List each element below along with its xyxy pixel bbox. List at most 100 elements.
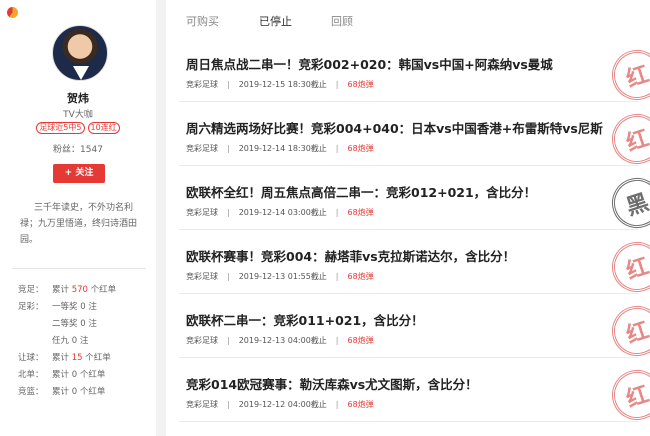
stat-key: 让球： (18, 353, 44, 363)
article-title[interactable]: 周日焦点战二串一！竞彩002+020：韩国vs中国+阿森纳vs曼城 (186, 54, 553, 73)
stat-suffix: 注 (85, 319, 97, 329)
fans-value: 1547 (80, 145, 103, 155)
fans-label: 粉丝： (53, 145, 81, 155)
article-price: 68炮弹 (347, 400, 374, 409)
article-meta: 竞彩足球 | 2019-12-12 04:00截止 | 68炮弹 (186, 399, 374, 410)
article-category[interactable]: 竞彩足球 (186, 400, 218, 409)
meta-separator: | (335, 80, 339, 89)
article-category[interactable]: 竞彩足球 (186, 336, 218, 345)
meta-separator: | (227, 144, 230, 153)
article-deadline: 2019-12-14 03:00截止 (238, 208, 327, 217)
meta-separator: | (335, 272, 339, 281)
stat-row: 竞足： 累计 570 个红单 (18, 282, 116, 299)
article-deadline: 2019-12-12 04:00截止 (238, 400, 327, 409)
stat-row: 足彩： 一等奖 0 注 (18, 299, 116, 316)
stat-prefix: 累计 (52, 387, 72, 397)
stat-row: 竞篮： 累计 0 个红单 (18, 384, 116, 401)
meta-separator: | (227, 208, 230, 217)
expert-bio: 三千年读史，不外功名利禄；九万里悟道，终归诗酒田园。 (20, 203, 138, 245)
stat-value: 570 (71, 285, 88, 295)
stat-row: 任九 0 注 (18, 333, 116, 350)
meta-separator: | (227, 80, 230, 89)
stats-list: 竞足： 累计 570 个红单 足彩： 一等奖 0 注二等奖 0 注任九 0 注让球：累… (18, 282, 116, 401)
article-category[interactable]: 竞彩足球 (186, 80, 218, 89)
win-badge: 10连红 (87, 122, 120, 134)
meta-separator: | (227, 272, 230, 281)
follow-button[interactable]: + 关注 (53, 164, 105, 183)
meta-separator: | (335, 400, 339, 409)
divider (12, 268, 146, 269)
article-item[interactable]: 欧联杯二串一：竞彩011+021，含比分！ 竞彩足球 | 2019-12-13 04:… (179, 294, 650, 363)
stat-prefix: 二等奖 (52, 319, 81, 329)
article-deadline: 2019-12-13 01:55截止 (238, 272, 327, 281)
stat-key: 竞足： (18, 285, 44, 295)
result-stamp-icon: 红 (605, 235, 650, 299)
article-deadline: 2019-12-13 04:00截止 (238, 336, 327, 345)
article-meta: 竞彩足球 | 2019-12-13 01:55截止 | 68炮弹 (186, 271, 374, 282)
expert-sidebar: 贺炜 TV大咖 足球近5中5 10连红 粉丝：1547 + 关注 三千年读史，不… (0, 0, 156, 436)
article-category[interactable]: 竞彩足球 (186, 272, 218, 281)
stat-key: 足彩： (18, 302, 44, 312)
badge-group: 足球近5中5 10连红 (0, 122, 156, 134)
stat-suffix: 个红单 (87, 285, 117, 295)
meta-separator: | (335, 208, 339, 217)
fans-count: 粉丝：1547 (0, 142, 156, 155)
tab-available[interactable]: 可购买 (186, 13, 219, 29)
article-meta: 竞彩足球 | 2019-12-15 18:30截止 | 68炮弹 (186, 79, 374, 90)
stat-key: 竞篮： (18, 387, 44, 397)
article-meta: 竞彩足球 | 2019-12-14 18:30截止 | 68炮弹 (186, 143, 374, 154)
stat-row: 让球： 累计 15 个红单 (18, 350, 116, 367)
meta-separator: | (227, 400, 230, 409)
article-price: 68炮弹 (347, 80, 374, 89)
page: 贺炜 TV大咖 足球近5中5 10连红 粉丝：1547 + 关注 三千年读史，不… (0, 0, 650, 436)
article-title[interactable]: 欧联杯全红！周五焦点高倍二串一：竞彩012+021，含比分！ (186, 182, 536, 201)
article-title[interactable]: 周六精选两场好比赛！竞彩004+040：日本vs中国香港+布雷斯特vs尼斯 (186, 118, 603, 137)
stat-suffix: 个红单 (77, 387, 106, 397)
tab-stopped[interactable]: 已停止 (259, 13, 292, 29)
result-stamp-icon: 红 (605, 43, 650, 107)
tab-review[interactable]: 回顾 (331, 13, 353, 29)
stat-suffix: 个红单 (82, 353, 111, 363)
article-item[interactable]: 欧联杯全红！周五焦点高倍二串一：竞彩012+021，含比分！ 竞彩足球 | 2019-… (179, 166, 650, 235)
article-title[interactable]: 欧联杯二串一：竞彩011+021，含比分！ (186, 310, 424, 329)
expert-title: TV大咖 (63, 110, 93, 120)
article-item[interactable]: 周日焦点战二串一！竞彩002+020：韩国vs中国+阿森纳vs曼城竞彩足球 | 20… (179, 38, 650, 107)
result-stamp-icon: 红 (605, 299, 650, 363)
article-deadline: 2019-12-15 18:30截止 (238, 80, 327, 89)
avatar[interactable] (52, 25, 108, 81)
stat-prefix: 任九 (52, 336, 72, 346)
article-item[interactable]: 周六精选两场好比赛！竞彩004+040：日本vs中国香港+布雷斯特vs尼斯竞彩足… (179, 102, 650, 171)
article-price: 68炮弹 (347, 144, 374, 153)
result-stamp-icon: 黑 (605, 171, 650, 235)
article-price: 68炮弹 (347, 208, 374, 217)
article-title[interactable]: 竞彩014欧冠赛事：勒沃库森vs尤文图斯，含比分！ (186, 374, 478, 393)
article-item[interactable]: 竞彩014欧冠赛事：勒沃库森vs尤文图斯，含比分！ 竞彩足球 | 2019-12-12… (179, 358, 650, 427)
stat-row: 北单： 累计 0 个红单 (18, 367, 116, 384)
article-price: 68炮弹 (347, 336, 374, 345)
stat-prefix: 一等奖 (52, 302, 81, 312)
meta-separator: | (335, 336, 339, 345)
article-price: 68炮弹 (347, 272, 374, 281)
stat-suffix: 注 (77, 336, 89, 346)
article-item[interactable]: 欧联杯赛事！竞彩004：赫塔菲vs克拉斯诺达尔，含比分！ 竞彩足球 | 2019-12… (179, 230, 650, 299)
tab-bar: 可购买 已停止 回顾 (166, 0, 650, 38)
article-deadline: 2019-12-14 18:30截止 (238, 144, 327, 153)
streak-badge: 足球近5中5 (36, 122, 85, 134)
result-stamp-icon: 红 (605, 107, 650, 171)
stat-prefix: 累计 (52, 285, 72, 295)
article-category[interactable]: 竞彩足球 (186, 144, 218, 153)
article-meta: 竞彩足球 | 2019-12-14 03:00截止 | 68炮弹 (186, 207, 374, 218)
article-meta: 竞彩足球 | 2019-12-13 04:00截止 | 68炮弹 (186, 335, 374, 346)
stat-value: 15 (71, 353, 83, 363)
expert-name: 贺炜 (67, 92, 89, 105)
stat-prefix: 累计 (52, 353, 72, 363)
stat-prefix: 累计 (52, 370, 72, 380)
stat-suffix: 注 (85, 302, 97, 312)
stat-row: 二等奖 0 注 (18, 316, 116, 333)
article-category[interactable]: 竞彩足球 (186, 208, 218, 217)
stat-key: 北单： (18, 370, 44, 380)
result-stamp-icon: 红 (605, 363, 650, 427)
meta-separator: | (227, 336, 230, 345)
main-content: 可购买 已停止 回顾 周日焦点战二串一！竞彩002+020：韩国vs中国+阿森纳… (166, 0, 650, 436)
article-title[interactable]: 欧联杯赛事！竞彩004：赫塔菲vs克拉斯诺达尔，含比分！ (186, 246, 515, 265)
